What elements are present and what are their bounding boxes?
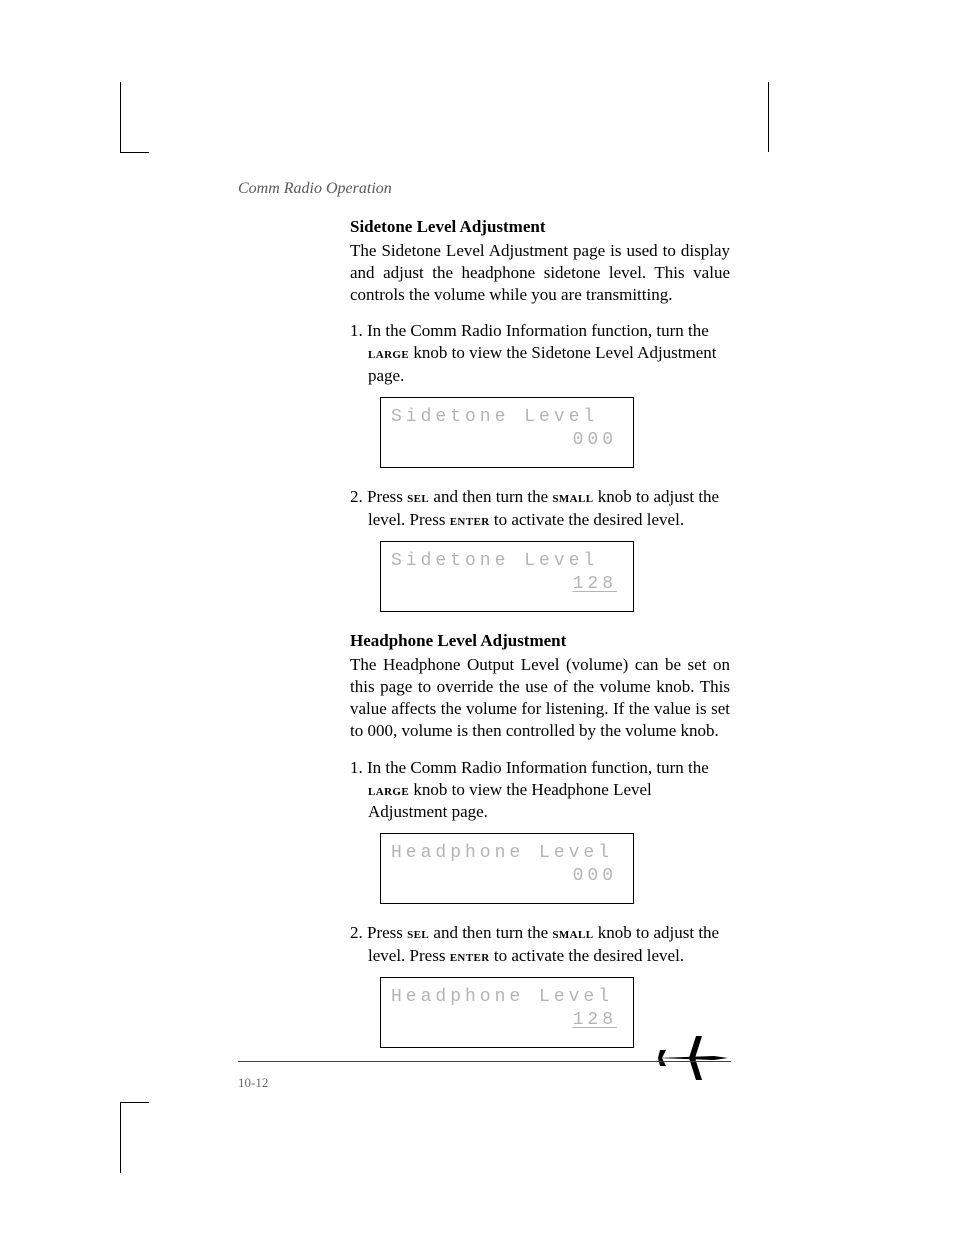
enter-label: enter [450, 949, 490, 965]
large-knob-label: large [368, 346, 409, 362]
small-knob-label: small [552, 926, 593, 942]
small-knob-label: small [552, 490, 593, 506]
section2-step2: 2. Press sel and then turn the small kno… [350, 922, 730, 967]
lcd-line2: 000 [391, 865, 623, 888]
lcd-line2: 128 [391, 1009, 623, 1032]
crop-mark-top-left [120, 82, 149, 153]
crop-mark-top-right [768, 82, 769, 152]
lcd-line1: Sidetone Level [391, 406, 623, 429]
step-text: 2. Press [350, 487, 407, 506]
step-text: and then turn the [429, 923, 552, 942]
section2-paragraph: The Headphone Output Level (volume) can … [350, 654, 730, 742]
lcd-line1: Sidetone Level [391, 550, 623, 573]
lcd-line2: 128 [391, 573, 623, 596]
section-heading-sidetone: Sidetone Level Adjustment [350, 216, 730, 238]
lcd-display-headphone-128: Headphone Level 128 [380, 977, 634, 1048]
step-text: 1. In the Comm Radio Information functio… [350, 321, 709, 340]
running-header: Comm Radio Operation [238, 180, 392, 198]
section-heading-headphone: Headphone Level Adjustment [350, 630, 730, 652]
section1-step2: 2. Press sel and then turn the small kno… [350, 486, 730, 531]
page-number: 10-12 [238, 1075, 268, 1091]
step-text: 1. In the Comm Radio Information functio… [350, 758, 709, 777]
page-body: Sidetone Level Adjustment The Sidetone L… [350, 210, 730, 1066]
lcd-line1: Headphone Level [391, 986, 623, 1009]
step-text: 2. Press [350, 923, 407, 942]
step-text: to activate the desired level. [490, 510, 684, 529]
large-knob-label: large [368, 783, 409, 799]
step-text: knob to view the Headphone Level Adjustm… [368, 780, 652, 822]
sel-label: sel [407, 926, 429, 942]
section2-step1: 1. In the Comm Radio Information functio… [350, 757, 730, 824]
step-text: and then turn the [429, 487, 552, 506]
footer-rule [238, 1061, 731, 1062]
step-text: knob to view the Sidetone Level Adjustme… [368, 343, 717, 385]
lcd-display-headphone-000: Headphone Level 000 [380, 833, 634, 904]
lcd-line1: Headphone Level [391, 842, 623, 865]
step-text: to activate the desired level. [490, 946, 684, 965]
lcd-display-sidetone-000: Sidetone Level 000 [380, 397, 634, 468]
sel-label: sel [407, 490, 429, 506]
lcd-display-sidetone-128: Sidetone Level 128 [380, 541, 634, 612]
enter-label: enter [450, 513, 490, 529]
section1-step1: 1. In the Comm Radio Information functio… [350, 320, 730, 387]
lcd-line2: 000 [391, 429, 623, 452]
crop-mark-bottom-left [120, 1102, 149, 1173]
section1-paragraph: The Sidetone Level Adjustment page is us… [350, 240, 730, 306]
